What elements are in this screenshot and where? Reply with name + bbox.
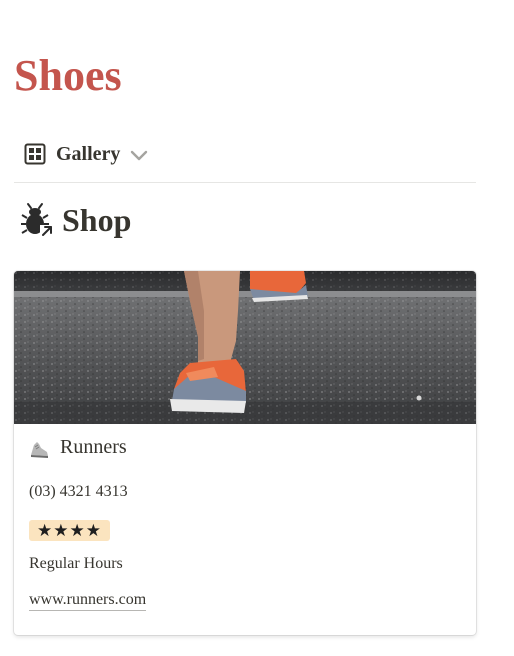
page-title: Shoes (14, 51, 122, 100)
view-label: Gallery (56, 142, 121, 165)
hours-property: Regular Hours (29, 555, 123, 572)
section-title: Shop (62, 201, 132, 238)
chevron-down-icon[interactable] (130, 147, 148, 161)
view-switcher[interactable]: Gallery (24, 139, 148, 169)
website-link[interactable]: www.runners.com (29, 591, 147, 611)
running-shoe-icon (28, 437, 50, 459)
card-title: Runners (60, 436, 127, 458)
view-divider (14, 182, 476, 183)
bug-link-icon (20, 202, 54, 238)
gallery-icon (24, 143, 46, 165)
section-header: Shop (20, 200, 131, 240)
gallery-card[interactable]: Runners (03) 4321 4313 ★★★★ Regular Hour… (14, 271, 476, 635)
rating-badge: ★★★★ (29, 520, 110, 541)
phone-property: (03) 4321 4313 (29, 483, 128, 500)
card-cover-image (14, 271, 476, 424)
card-title-row: Runners (28, 436, 127, 459)
